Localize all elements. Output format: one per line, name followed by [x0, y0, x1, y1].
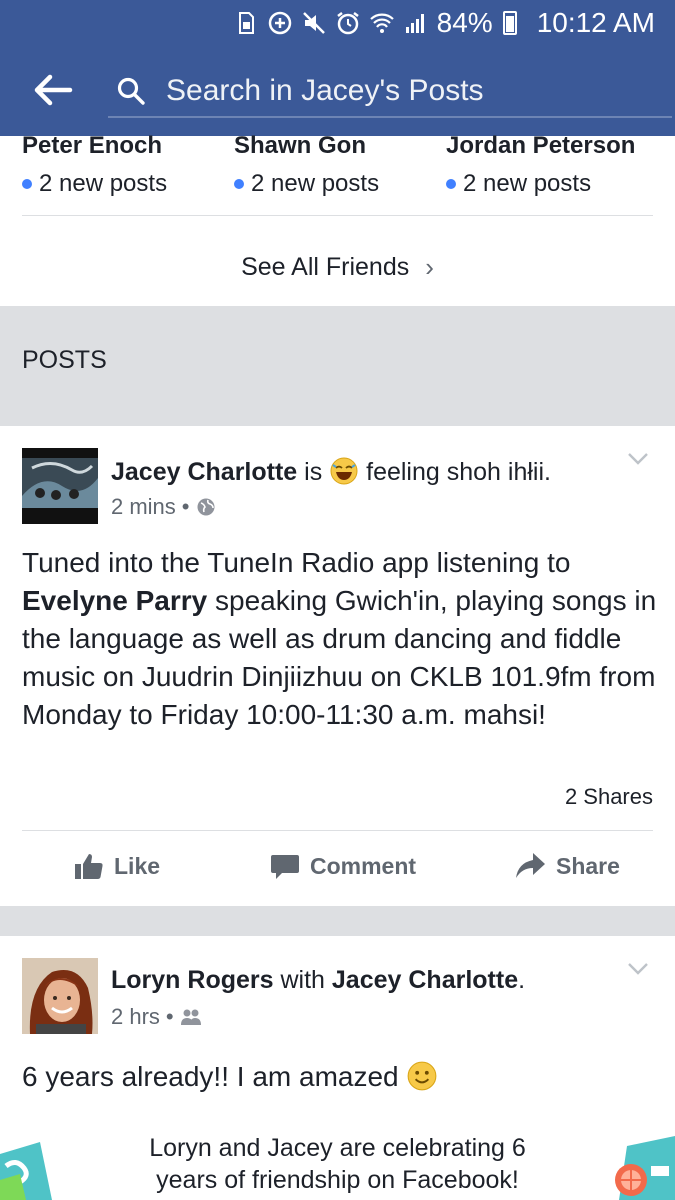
- post-verb: is: [304, 458, 323, 486]
- post-card: Jacey Charlotte is feeling shoh ihłii. 2…: [0, 426, 675, 906]
- post-body: 6 years already!! I am amazed: [22, 1058, 662, 1096]
- shares-count[interactable]: 2 Shares: [565, 784, 653, 810]
- friend-new-posts: 2 new posts: [234, 170, 444, 198]
- avatar[interactable]: [22, 448, 98, 524]
- friend-item[interactable]: Jordan Peterson 2 new posts: [446, 132, 656, 198]
- see-all-label: See All Friends: [241, 252, 410, 281]
- friend-new-posts: 2 new posts: [22, 170, 232, 198]
- friends-audience-icon: [180, 1009, 201, 1025]
- post-meta: 2 hrs •: [111, 1004, 202, 1030]
- mute-icon: [301, 10, 327, 36]
- meta-dot: •: [165, 1004, 174, 1029]
- new-posts-label: 2 new posts: [251, 170, 380, 197]
- post-text-start: Tuned into the TuneIn Radio app listenin…: [22, 547, 571, 578]
- post-text: 6 years already!! I am amazed: [22, 1061, 399, 1092]
- search-placeholder: Search in Jacey's Posts: [166, 74, 484, 107]
- mentioned-person[interactable]: Evelyne Parry: [22, 585, 207, 616]
- search-bar[interactable]: Search in Jacey's Posts: [108, 66, 672, 118]
- friends-row: Peter Enoch 2 new posts Shawn Gon 2 new …: [0, 132, 675, 216]
- feed-separator: [0, 906, 675, 936]
- avatar[interactable]: [22, 958, 98, 1034]
- post-actions: Like Comment Share: [0, 831, 675, 907]
- clock: 10:12 AM: [536, 7, 655, 38]
- post-time[interactable]: 2 hrs: [111, 1004, 160, 1030]
- data-saver-icon: [267, 10, 293, 36]
- author-name[interactable]: Jacey Charlotte: [111, 458, 297, 486]
- post-meta: 2 mins •: [111, 494, 216, 520]
- see-all-friends-button[interactable]: See All Friends ›: [0, 232, 675, 302]
- comment-label: Comment: [310, 852, 417, 879]
- comment-icon: [271, 855, 299, 879]
- smile-emoji-icon: [408, 1061, 437, 1091]
- share-arrow-icon: [516, 853, 545, 878]
- like-button[interactable]: Like: [74, 851, 160, 881]
- post-header: Loryn Rogers with Jacey Charlotte.: [111, 966, 525, 995]
- globe-icon: [197, 498, 214, 516]
- friend-name: Shawn Gon: [234, 132, 366, 159]
- anniversary-text: Loryn and Jacey are celebrating 6 years …: [149, 1134, 526, 1194]
- new-posts-label: 2 new posts: [39, 170, 168, 197]
- post-header: Jacey Charlotte is feeling shoh ihłii.: [111, 456, 551, 487]
- friendship-anniversary[interactable]: Loryn and Jacey are celebrating 6 years …: [0, 1132, 675, 1200]
- tagged-person[interactable]: Jacey Charlotte: [332, 966, 518, 994]
- share-label: Share: [556, 852, 620, 879]
- status-bar: 84% 10:12 AM: [0, 0, 675, 46]
- anniversary-decoration-right: [615, 1136, 675, 1200]
- back-arrow-icon: [34, 74, 73, 106]
- app-header: Search in Jacey's Posts: [0, 46, 675, 136]
- alarm-icon: [335, 10, 361, 36]
- post-time[interactable]: 2 mins: [111, 494, 176, 520]
- signal-icon: [403, 10, 429, 36]
- meta-dot: •: [181, 494, 190, 519]
- battery-icon: [502, 11, 517, 35]
- post-body: Tuned into the TuneIn Radio app listenin…: [22, 544, 662, 734]
- posts-section-title: POSTS: [22, 346, 107, 374]
- with-label: with: [280, 966, 325, 994]
- search-icon: [117, 77, 145, 105]
- like-label: Like: [114, 852, 161, 879]
- feeling-text: feeling shoh ihłii.: [366, 458, 551, 486]
- chevron-down-icon[interactable]: [627, 962, 649, 976]
- chevron-right-icon: ›: [425, 251, 434, 282]
- new-posts-label: 2 new posts: [463, 170, 592, 197]
- thumbs-up-icon: [75, 854, 103, 879]
- new-indicator-dot: [234, 179, 244, 189]
- author-name[interactable]: Loryn Rogers: [111, 966, 274, 994]
- friend-name: Jordan Peterson: [446, 132, 636, 159]
- new-indicator-dot: [22, 179, 32, 189]
- friend-item[interactable]: Shawn Gon 2 new posts: [234, 132, 444, 198]
- new-indicator-dot: [446, 179, 456, 189]
- back-button[interactable]: [30, 70, 74, 110]
- battery-percent: 84%: [436, 7, 493, 38]
- friend-name: Peter Enoch: [22, 132, 163, 159]
- chevron-down-icon[interactable]: [627, 452, 649, 466]
- laughing-emoji-icon: [330, 457, 358, 485]
- wifi-icon: [369, 10, 395, 36]
- friend-new-posts: 2 new posts: [446, 170, 656, 198]
- share-button[interactable]: Share: [514, 851, 620, 881]
- friend-item[interactable]: Peter Enoch 2 new posts: [22, 132, 232, 198]
- comment-button[interactable]: Comment: [270, 851, 416, 881]
- sim-icon: [233, 10, 259, 36]
- divider: [22, 215, 653, 216]
- period: .: [518, 966, 526, 994]
